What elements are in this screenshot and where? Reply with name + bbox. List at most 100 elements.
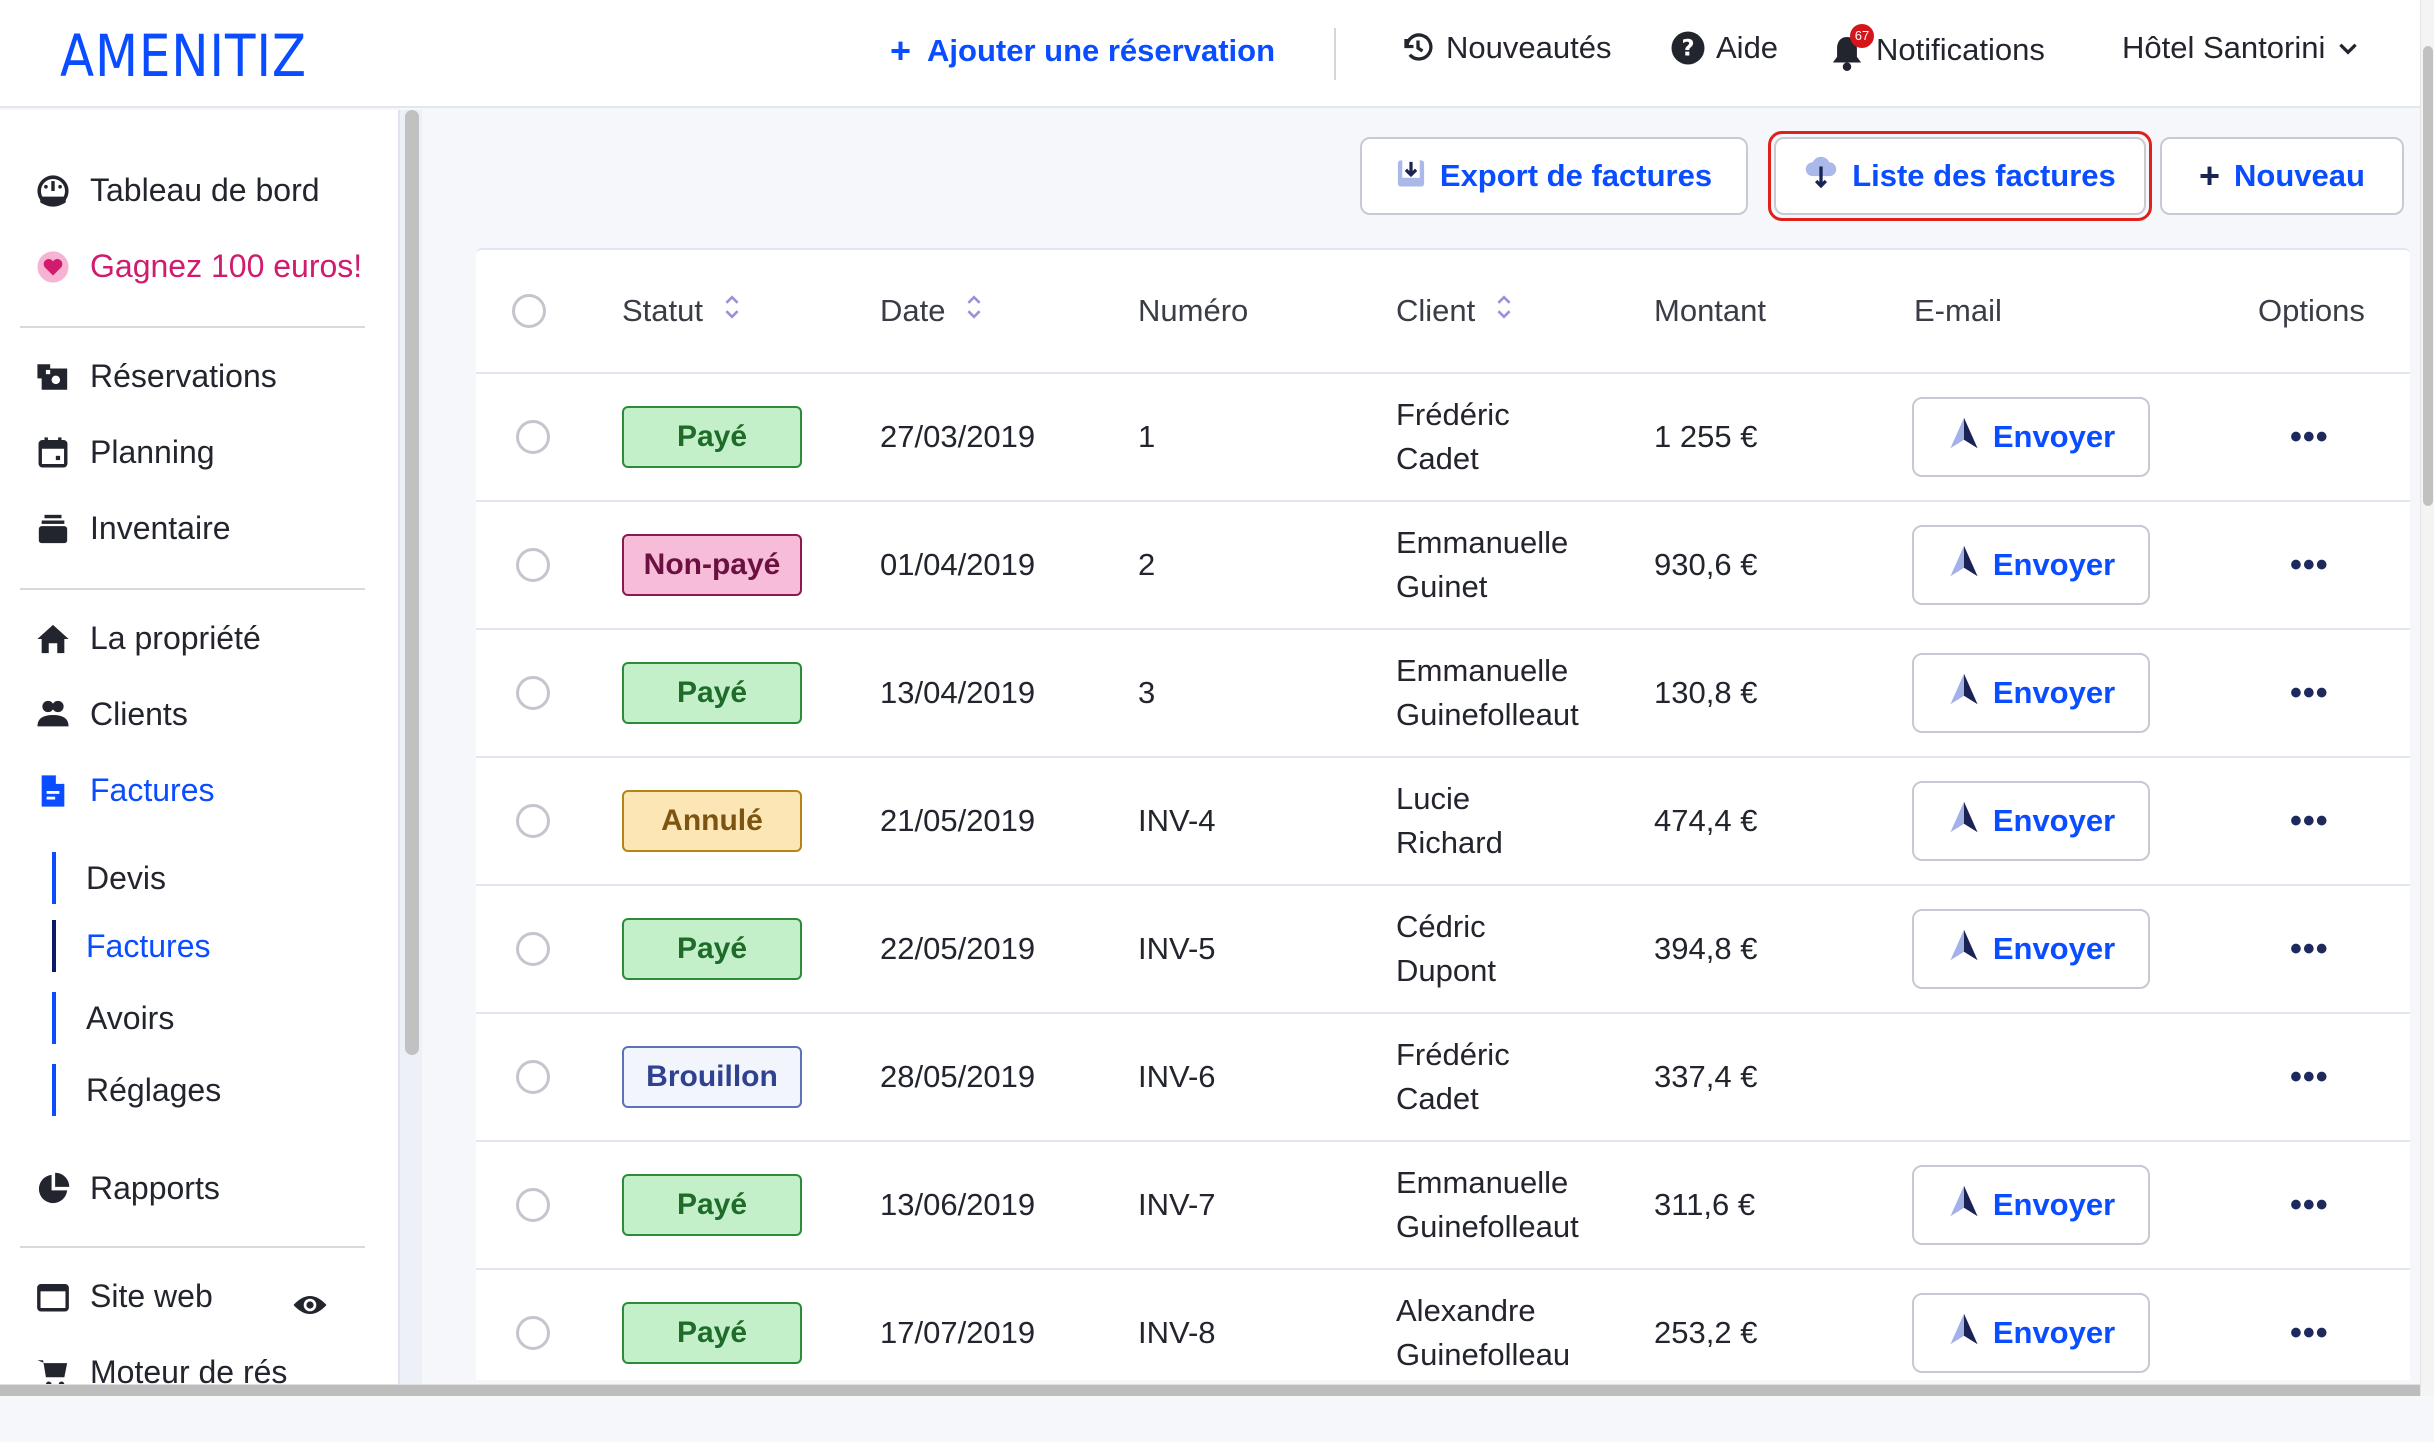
sidebar-subitem-invoices[interactable]: Factures bbox=[52, 920, 210, 972]
status-cell: Non-payé bbox=[622, 502, 802, 628]
row-select-radio[interactable] bbox=[516, 932, 550, 966]
client-first-name: Frédéric bbox=[1396, 397, 1510, 432]
amenitiz-logo[interactable]: AMENITIZ bbox=[60, 22, 307, 90]
table-row[interactable]: Non-payé 01/04/2019 2 Emmanuelle Guinet 930,6… bbox=[476, 502, 2410, 630]
table-row[interactable]: Payé 13/06/2019 INV-7 Emmanuelle Guinefollea… bbox=[476, 1142, 2410, 1270]
send-email-button[interactable]: Envoyer bbox=[1912, 1165, 2150, 1245]
client-cell: Frédéric Cadet bbox=[1396, 374, 1510, 500]
client-cell: Alexandre Guinefolleau bbox=[1396, 1270, 1570, 1380]
dashboard-icon bbox=[36, 174, 70, 208]
more-options-icon[interactable]: ••• bbox=[2290, 1314, 2329, 1353]
row-select-radio[interactable] bbox=[516, 1316, 550, 1350]
sidebar-item-dashboard[interactable]: Tableau de bord bbox=[36, 172, 320, 209]
sidebar-item-reservations[interactable]: Réservations bbox=[36, 358, 277, 395]
table-row[interactable]: Payé 17/07/2019 INV-8 Alexandre Guinefolleau… bbox=[476, 1270, 2410, 1380]
column-header-status[interactable]: Statut bbox=[622, 250, 741, 372]
more-options-icon[interactable]: ••• bbox=[2290, 546, 2329, 585]
table-row[interactable]: Payé 27/03/2019 1 Frédéric Cadet 1 255 € Envoy… bbox=[476, 374, 2410, 502]
column-header-date[interactable]: Date bbox=[880, 250, 983, 372]
hotel-selector[interactable]: Hôtel Santorini bbox=[2122, 30, 2361, 66]
client-cell: Emmanuelle Guinefolleaut bbox=[1396, 1142, 1579, 1268]
add-reservation-label: Ajouter une réservation bbox=[927, 33, 1276, 68]
row-select-cell[interactable] bbox=[516, 758, 550, 884]
table-row[interactable]: Payé 22/05/2019 INV-5 Cédric Dupont 394,8 € En… bbox=[476, 886, 2410, 1014]
date-cell: 28/05/2019 bbox=[880, 1059, 1036, 1094]
status-badge: Payé bbox=[622, 662, 802, 724]
status-cell: Payé bbox=[622, 886, 802, 1012]
sidebar-scrollbar[interactable] bbox=[398, 110, 422, 1396]
send-email-button[interactable]: Envoyer bbox=[1912, 397, 2150, 477]
sidebar-item-planning[interactable]: Planning bbox=[36, 434, 215, 471]
sidebar-item-reports[interactable]: Rapports bbox=[36, 1170, 220, 1207]
row-select-cell[interactable] bbox=[516, 886, 550, 1012]
row-select-radio[interactable] bbox=[516, 1060, 550, 1094]
number-cell: INV-4 bbox=[1138, 803, 1216, 838]
row-select-cell[interactable] bbox=[516, 1142, 550, 1268]
send-email-button[interactable]: Envoyer bbox=[1912, 525, 2150, 605]
more-options-icon[interactable]: ••• bbox=[2290, 802, 2329, 841]
eye-icon[interactable] bbox=[292, 1290, 328, 1325]
send-email-button[interactable]: Envoyer bbox=[1912, 909, 2150, 989]
help-link[interactable]: ? Aide bbox=[1670, 30, 1778, 66]
sidebar-subitem-settings[interactable]: Réglages bbox=[52, 1064, 221, 1116]
sidebar-item-website[interactable]: Site web bbox=[36, 1278, 213, 1315]
client-cell: Cédric Dupont bbox=[1396, 886, 1496, 1012]
row-select-radio[interactable] bbox=[516, 804, 550, 838]
send-email-button[interactable]: Envoyer bbox=[1912, 1293, 2150, 1373]
help-label: Aide bbox=[1716, 30, 1779, 65]
row-select-cell[interactable] bbox=[516, 502, 550, 628]
sort-icon[interactable] bbox=[1495, 293, 1513, 329]
add-reservation-link[interactable]: + Ajouter une réservation bbox=[890, 30, 1275, 72]
options-cell: ••• bbox=[2290, 758, 2329, 884]
invoice-list-button[interactable]: Liste des factures bbox=[1774, 137, 2146, 215]
sidebar-item-invoices[interactable]: Factures bbox=[36, 772, 214, 809]
more-options-icon[interactable]: ••• bbox=[2290, 418, 2329, 457]
bell-icon: 67 bbox=[1830, 24, 1874, 71]
sidebar-subitem-quotes[interactable]: Devis bbox=[52, 852, 166, 904]
more-options-icon[interactable]: ••• bbox=[2290, 930, 2329, 969]
select-all-checkbox[interactable] bbox=[512, 250, 546, 372]
table-row[interactable]: Annulé 21/05/2019 INV-4 Lucie Richard 474,4 €… bbox=[476, 758, 2410, 886]
more-options-icon[interactable]: ••• bbox=[2290, 1186, 2329, 1225]
notifications-link[interactable]: 67 Notifications bbox=[1830, 24, 2045, 71]
table-row[interactable]: Brouillon 28/05/2019 INV-6 Frédéric Cadet 337… bbox=[476, 1014, 2410, 1142]
more-options-icon[interactable]: ••• bbox=[2290, 1058, 2329, 1097]
sidebar-item-inventory[interactable]: Inventaire bbox=[36, 510, 231, 547]
row-select-radio[interactable] bbox=[516, 420, 550, 454]
row-select-cell[interactable] bbox=[516, 374, 550, 500]
sidebar-subitem-credit-notes[interactable]: Avoirs bbox=[52, 992, 174, 1044]
amount-cell: 394,8 € bbox=[1654, 931, 1758, 966]
column-header-client[interactable]: Client bbox=[1396, 250, 1513, 372]
sidebar-item-property[interactable]: La propriété bbox=[36, 620, 261, 657]
send-email-button[interactable]: Envoyer bbox=[1912, 653, 2150, 733]
hotel-name: Hôtel Santorini bbox=[2122, 30, 2326, 65]
sidebar-item-referral[interactable]: Gagnez 100 euros! bbox=[36, 248, 362, 285]
row-select-radio[interactable] bbox=[516, 676, 550, 710]
status-badge: Payé bbox=[622, 406, 802, 468]
row-select-cell[interactable] bbox=[516, 630, 550, 756]
amount-cell: 311,6 € bbox=[1654, 1187, 1756, 1222]
row-select-radio[interactable] bbox=[516, 1188, 550, 1222]
row-select-cell[interactable] bbox=[516, 1014, 550, 1140]
sidebar-scrollbar-thumb[interactable] bbox=[405, 110, 419, 1055]
more-options-icon[interactable]: ••• bbox=[2290, 674, 2329, 713]
news-link[interactable]: Nouveautés bbox=[1400, 30, 1611, 66]
new-invoice-button[interactable]: + Nouveau bbox=[2160, 137, 2404, 215]
page-horizontal-scrollbar[interactable] bbox=[0, 1384, 2420, 1396]
send-email-button[interactable]: Envoyer bbox=[1912, 781, 2150, 861]
select-all-radio[interactable] bbox=[512, 294, 546, 328]
page-scrollbar-thumb[interactable] bbox=[2423, 46, 2433, 506]
row-select-cell[interactable] bbox=[516, 1270, 550, 1380]
table-row[interactable]: Payé 13/04/2019 3 Emmanuelle Guinefolleaut 13… bbox=[476, 630, 2410, 758]
notifications-label: Notifications bbox=[1876, 32, 2045, 67]
sort-icon[interactable] bbox=[723, 293, 741, 329]
sort-icon[interactable] bbox=[965, 293, 983, 329]
row-select-radio[interactable] bbox=[516, 548, 550, 582]
page-vertical-scrollbar[interactable] bbox=[2420, 0, 2434, 1396]
sidebar-item-clients[interactable]: Clients bbox=[36, 696, 188, 733]
sidebar-divider bbox=[20, 588, 365, 590]
export-invoices-button[interactable]: Export de factures bbox=[1360, 137, 1748, 215]
client-last-name: Dupont bbox=[1396, 953, 1496, 988]
home-icon bbox=[36, 622, 70, 656]
column-header-label: Options bbox=[2258, 293, 2365, 328]
